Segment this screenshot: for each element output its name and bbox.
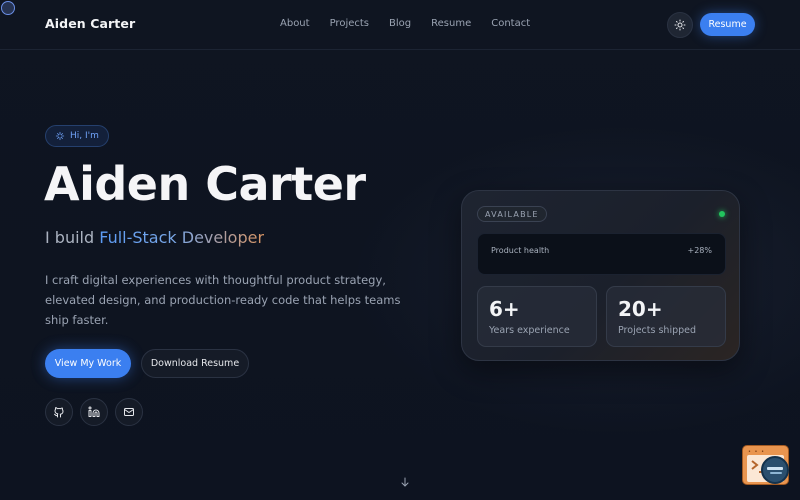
stat-projects: 20+ Projects shipped [606, 286, 726, 347]
sun-icon [674, 19, 686, 31]
sparkle-icon [55, 131, 65, 141]
stat-experience: 6+ Years experience [477, 286, 597, 347]
view-work-button[interactable]: View My Work [45, 349, 131, 378]
github-link[interactable] [45, 398, 73, 426]
scroll-down-icon[interactable] [399, 476, 411, 488]
health-label: Product health [491, 246, 550, 255]
nav-link-blog[interactable]: Blog [389, 18, 411, 29]
download-resume-button[interactable]: Download Resume [141, 349, 249, 378]
greeting-text: Hi, I'm [70, 131, 99, 141]
hero-description: I craft digital experiences with thought… [45, 273, 401, 327]
main-nav: About Projects Blog Resume Contact [280, 18, 550, 29]
status-indicator [719, 211, 725, 217]
theme-toggle-button[interactable] [667, 12, 693, 38]
availability-card: AVAILABLE Product health +28% 6+ Years e… [461, 190, 740, 361]
linkedin-link[interactable] [80, 398, 108, 426]
hero-name: Aiden Carter [44, 157, 366, 211]
nav-link-contact[interactable]: Contact [491, 18, 530, 29]
stat-label: Projects shipped [618, 325, 697, 336]
mail-icon [124, 408, 134, 416]
health-value: +28% [687, 246, 712, 255]
email-link[interactable] [115, 398, 143, 426]
stat-value: 6+ [489, 297, 520, 321]
tagline-role: Full-Stack Developer [99, 228, 265, 247]
nav-link-about[interactable]: About [280, 18, 310, 29]
header-resume-button[interactable]: Resume [700, 13, 755, 36]
tagline-prefix: I build [45, 228, 100, 247]
magnifier-icon[interactable] [761, 456, 789, 484]
linkedin-icon [88, 406, 100, 417]
greeting-badge: Hi, I'm [45, 125, 109, 147]
stat-value: 20+ [618, 297, 663, 321]
availability-badge: AVAILABLE [477, 206, 547, 222]
github-icon [54, 407, 64, 418]
stat-label: Years experience [489, 325, 570, 336]
nav-link-resume[interactable]: Resume [431, 18, 471, 29]
product-health-panel: Product health +28% [477, 233, 726, 275]
site-header: Aiden Carter About Projects Blog Resume … [0, 0, 800, 50]
hero-tagline: I build Full-Stack Developer [45, 228, 264, 247]
portfolio-page: Aiden Carter About Projects Blog Resume … [0, 0, 800, 500]
brand-name[interactable]: Aiden Carter [45, 16, 135, 31]
nav-link-projects[interactable]: Projects [330, 18, 369, 29]
